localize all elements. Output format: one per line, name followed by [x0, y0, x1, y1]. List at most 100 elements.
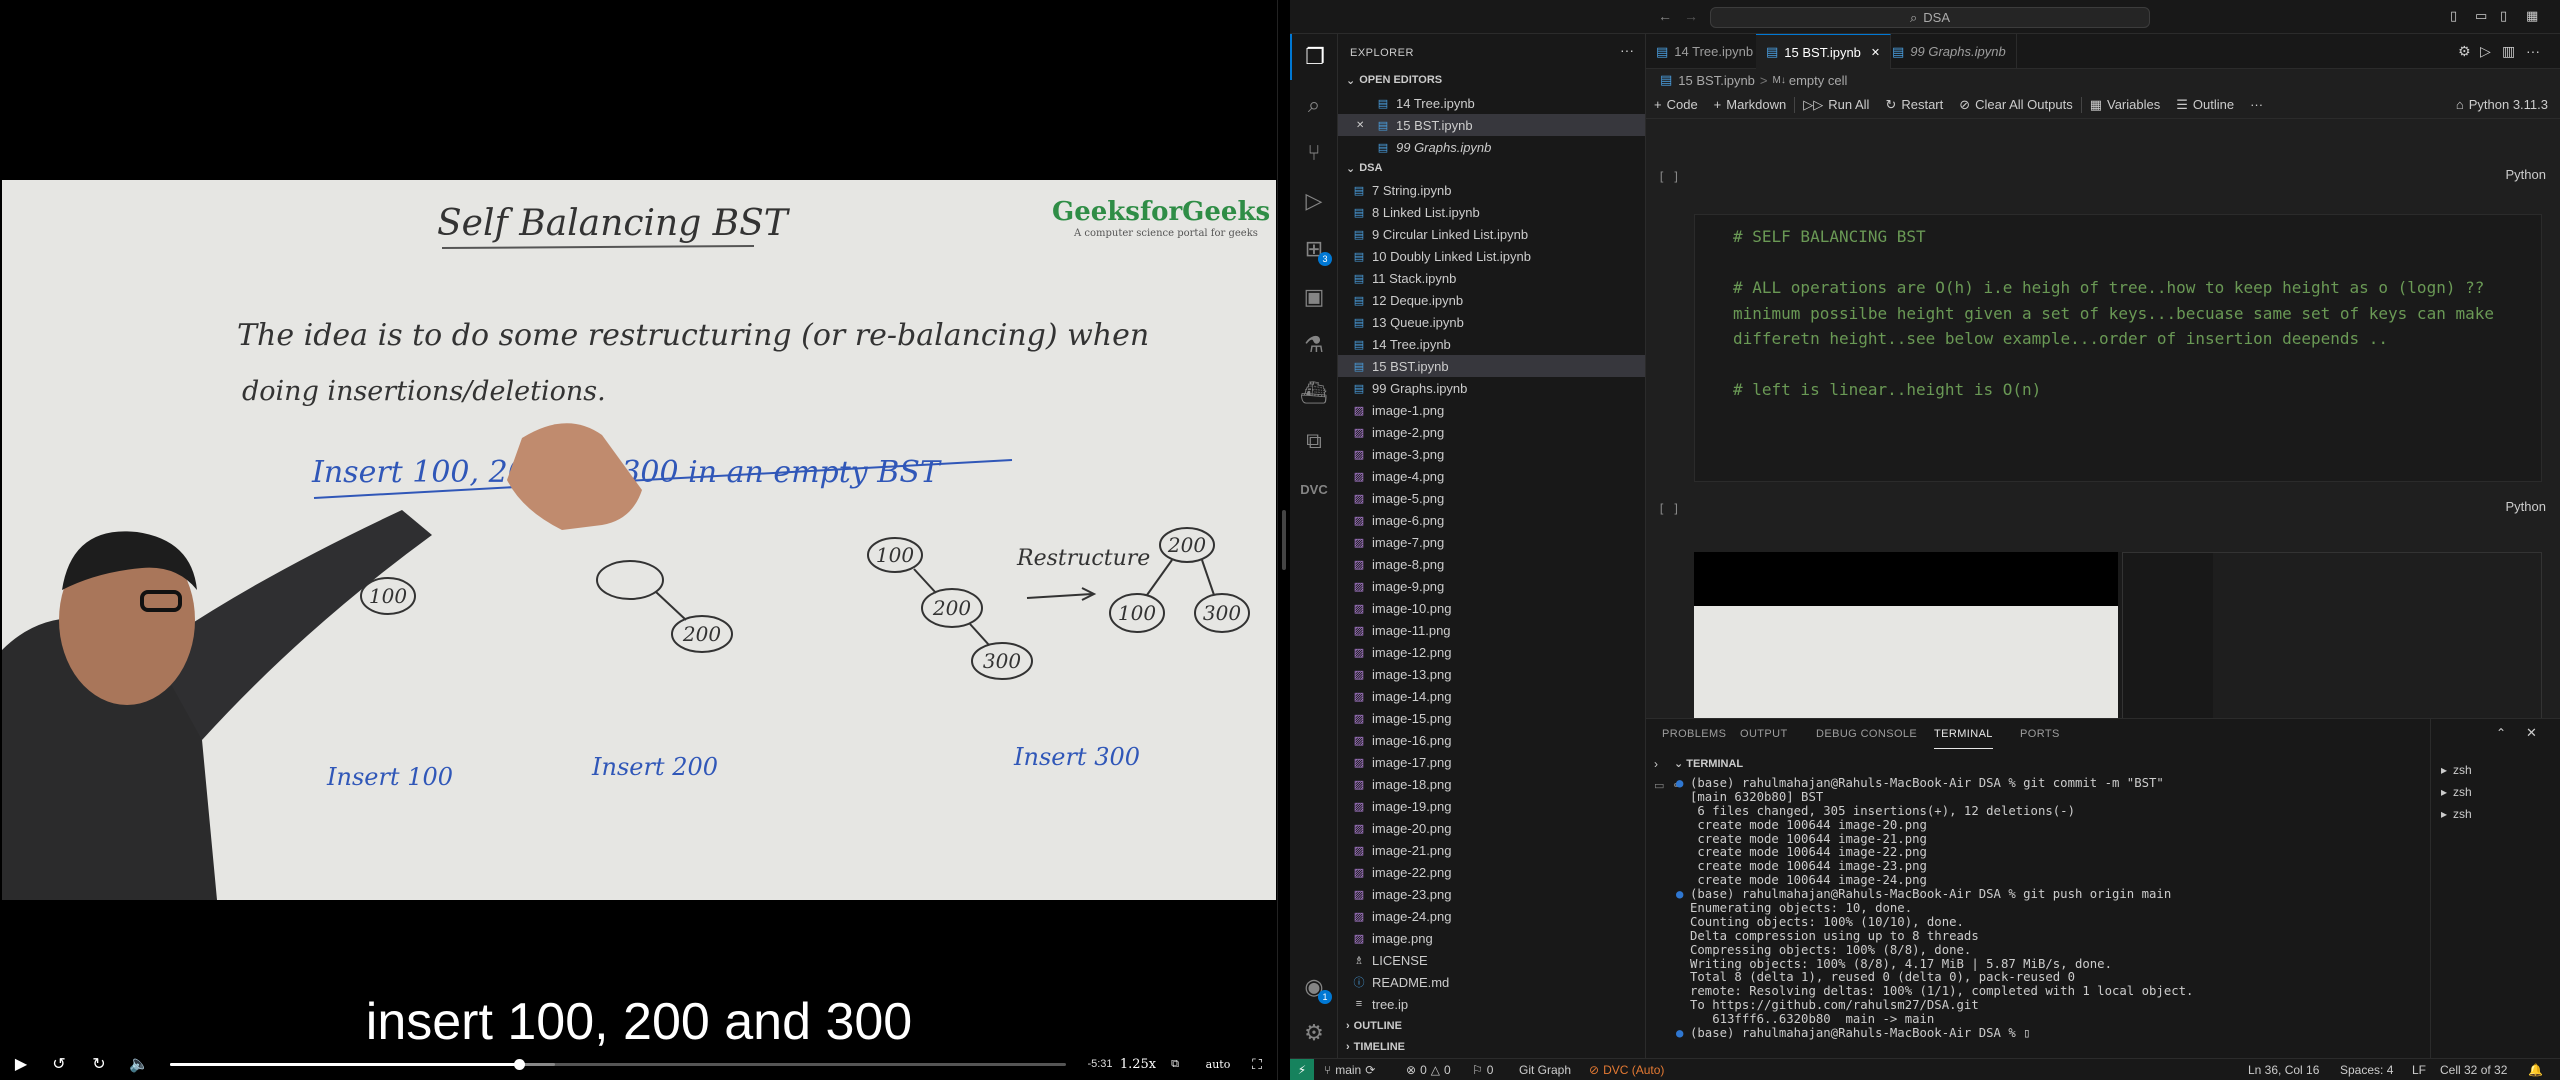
file-item[interactable]: ▨ image-11.png [1338, 619, 1645, 641]
panel-tab[interactable]: PROBLEMS [1662, 719, 1726, 749]
file-item[interactable]: ▤ 10 Doubly Linked List.ipynb [1338, 245, 1645, 267]
cursor-position[interactable]: Ln 36, Col 16 [2248, 1059, 2319, 1080]
quality-control[interactable]: auto [1200, 1048, 1236, 1080]
kernel-picker[interactable]: ⌂ Python 3.11.3 [2448, 91, 2560, 119]
file-item[interactable]: ⓘ README.md [1338, 971, 1645, 993]
rewind-icon[interactable]: ↺ [46, 1048, 72, 1080]
file-item[interactable]: ♗ LICENSE [1338, 949, 1645, 971]
remote-indicator-icon[interactable]: ⚡ [1290, 1059, 1314, 1080]
file-item[interactable]: ▨ image-10.png [1338, 597, 1645, 619]
file-item[interactable]: ▨ image-7.png [1338, 531, 1645, 553]
indentation[interactable]: Spaces: 4 [2340, 1059, 2393, 1080]
run-debug-icon[interactable]: ▷ [1290, 178, 1338, 224]
file-item[interactable]: ▨ image-22.png [1338, 861, 1645, 883]
back-arrow-icon[interactable]: ← [1658, 8, 1672, 24]
search-view-icon[interactable]: ⌕ [1290, 82, 1338, 128]
play-icon[interactable]: ▶ [8, 1048, 34, 1080]
file-item[interactable]: ▨ image-19.png [1338, 795, 1645, 817]
file-item[interactable]: ▤ 11 Stack.ipynb [1338, 267, 1645, 289]
file-item[interactable]: ▤ 8 Linked List.ipynb [1338, 201, 1645, 223]
file-item[interactable]: ▨ image-15.png [1338, 707, 1645, 729]
clear-outputs-button[interactable]: ⊘ Clear All Outputs [1951, 91, 2080, 119]
markdown-cell[interactable]: # SELF BALANCING BST # ALL operations are… [1694, 214, 2542, 482]
file-item[interactable]: ▨ image-24.png [1338, 905, 1645, 927]
remote-explorer-icon[interactable]: ▣ [1290, 274, 1338, 320]
git-graph-button[interactable]: Git Graph [1519, 1059, 1571, 1080]
add-code-button[interactable]: + Code [1646, 91, 1706, 119]
toggle-secondary-icon[interactable]: ▯ [2500, 8, 2507, 24]
split-handle[interactable] [1282, 510, 1286, 570]
file-item[interactable]: ≡ tree.ip [1338, 993, 1645, 1015]
breadcrumb-file[interactable]: 15 BST.ipynb [1678, 73, 1755, 88]
file-item[interactable]: ▨ image-2.png [1338, 421, 1645, 443]
account-icon[interactable]: ◉ 1 [1290, 964, 1338, 1010]
editor-tab[interactable]: ▤ 15 BST.ipynb ✕ [1756, 34, 1892, 69]
add-markdown-button[interactable]: + Markdown [1706, 91, 1795, 119]
file-item[interactable]: ▤ 99 Graphs.ipynb [1338, 377, 1645, 399]
file-item[interactable]: ▨ image-1.png [1338, 399, 1645, 421]
restart-button[interactable]: ↻ Restart [1877, 91, 1951, 119]
chevron-right-icon[interactable]: › [1654, 757, 1658, 771]
file-item[interactable]: ▨ image-16.png [1338, 729, 1645, 751]
open-editors-section[interactable]: ⌄ OPEN EDITORS [1338, 70, 1645, 90]
editor-tab[interactable]: ▤ 14 Tree.ipynb [1646, 34, 1765, 69]
file-item[interactable]: ▨ image-6.png [1338, 509, 1645, 531]
end-of-line[interactable]: LF [2412, 1059, 2426, 1080]
file-item[interactable]: ▤ 15 BST.ipynb [1338, 355, 1645, 377]
toggle-sidebar-icon[interactable]: ▯ [2450, 8, 2457, 24]
variables-button[interactable]: ▦ Variables [2082, 91, 2169, 119]
toggle-panel-icon[interactable]: ▭ [2475, 8, 2487, 24]
dvc-icon[interactable]: DVC [1290, 466, 1338, 512]
fullscreen-icon[interactable]: ⛶ [1244, 1048, 1270, 1080]
split-editor-icon[interactable]: ▥ [2502, 43, 2515, 60]
layout-icon[interactable]: ▦ [2526, 8, 2538, 24]
source-control-icon[interactable]: ⑂ [1290, 130, 1338, 176]
panel-tab[interactable]: PORTS [2020, 719, 2060, 749]
volume-icon[interactable]: 🔈 [126, 1048, 152, 1080]
file-item[interactable]: ▤ 13 Queue.ipynb [1338, 311, 1645, 333]
forward-arrow-icon[interactable]: → [1684, 8, 1698, 24]
cell-language[interactable]: Python [2506, 167, 2546, 182]
file-item[interactable]: ▤ 7 String.ipynb [1338, 179, 1645, 201]
terminal-session-item[interactable]: ▸ zsh [2441, 785, 2472, 799]
file-item[interactable]: ▨ image-18.png [1338, 773, 1645, 795]
file-item[interactable]: ▤ 14 Tree.ipynb [1338, 333, 1645, 355]
run-cell-icon[interactable]: ▷ [2480, 43, 2491, 60]
file-item[interactable]: ▨ image-17.png [1338, 751, 1645, 773]
notebook-settings-icon[interactable]: ⚙ [2458, 43, 2471, 60]
seek-handle[interactable] [514, 1059, 526, 1070]
toolbar-more-button[interactable]: ··· [2242, 91, 2271, 119]
explorer-more-icon[interactable]: ··· [1620, 42, 1634, 58]
file-item[interactable]: ▨ image-4.png [1338, 465, 1645, 487]
close-icon[interactable]: ✕ [1356, 120, 1370, 131]
notifications-bell-icon[interactable]: 🔔 [2528, 1059, 2543, 1080]
run-all-button[interactable]: ▷▷ Run All [1795, 91, 1877, 119]
containers-icon[interactable]: ⧉ [1290, 418, 1338, 464]
open-editor-item[interactable]: ▤ 99 Graphs.ipynb [1338, 136, 1645, 158]
panel-tab[interactable]: DEBUG CONSOLE [1816, 719, 1917, 749]
file-item[interactable]: ▨ image-3.png [1338, 443, 1645, 465]
file-item[interactable]: ▨ image.png [1338, 927, 1645, 949]
file-item[interactable]: ▨ image-9.png [1338, 575, 1645, 597]
open-editor-item[interactable]: ✕ ▤ 15 BST.ipynb [1338, 114, 1645, 136]
file-item[interactable]: ▨ image-20.png [1338, 817, 1645, 839]
settings-gear-icon[interactable]: ⚙ [1290, 1010, 1338, 1056]
open-editor-item[interactable]: ▤ 14 Tree.ipynb [1338, 92, 1645, 114]
file-item[interactable]: ▤ 12 Deque.ipynb [1338, 289, 1645, 311]
info-indicator[interactable]: ⚐ 0 [1472, 1059, 1493, 1080]
explorer-icon[interactable]: ❐ [1290, 34, 1338, 80]
terminal-session-item[interactable]: ▸ zsh [2441, 763, 2472, 777]
terminal-output[interactable]: ● (base) rahulmahajan@Rahuls-MacBook-Air … [1676, 776, 2430, 1059]
terminal-icon[interactable]: ▭ [1654, 779, 1664, 792]
problems-indicator[interactable]: ⊗ 0 △ 0 [1406, 1059, 1451, 1080]
captions-icon[interactable]: ⧉ [1160, 1048, 1190, 1080]
folder-section[interactable]: ⌄ DSA [1338, 158, 1645, 178]
file-item[interactable]: ▨ image-12.png [1338, 641, 1645, 663]
terminal-session-item[interactable]: ▸ zsh [2441, 807, 2472, 821]
outline-section[interactable]: › OUTLINE [1338, 1016, 1645, 1036]
file-item[interactable]: ▨ image-21.png [1338, 839, 1645, 861]
video-player[interactable]: Self Balancing BST GeeksforGeeks A compu… [0, 0, 1278, 1080]
video-frame[interactable]: Self Balancing BST GeeksforGeeks A compu… [2, 180, 1276, 900]
file-item[interactable]: ▨ image-8.png [1338, 553, 1645, 575]
extensions-icon[interactable]: ⊞ 3 [1290, 226, 1338, 272]
